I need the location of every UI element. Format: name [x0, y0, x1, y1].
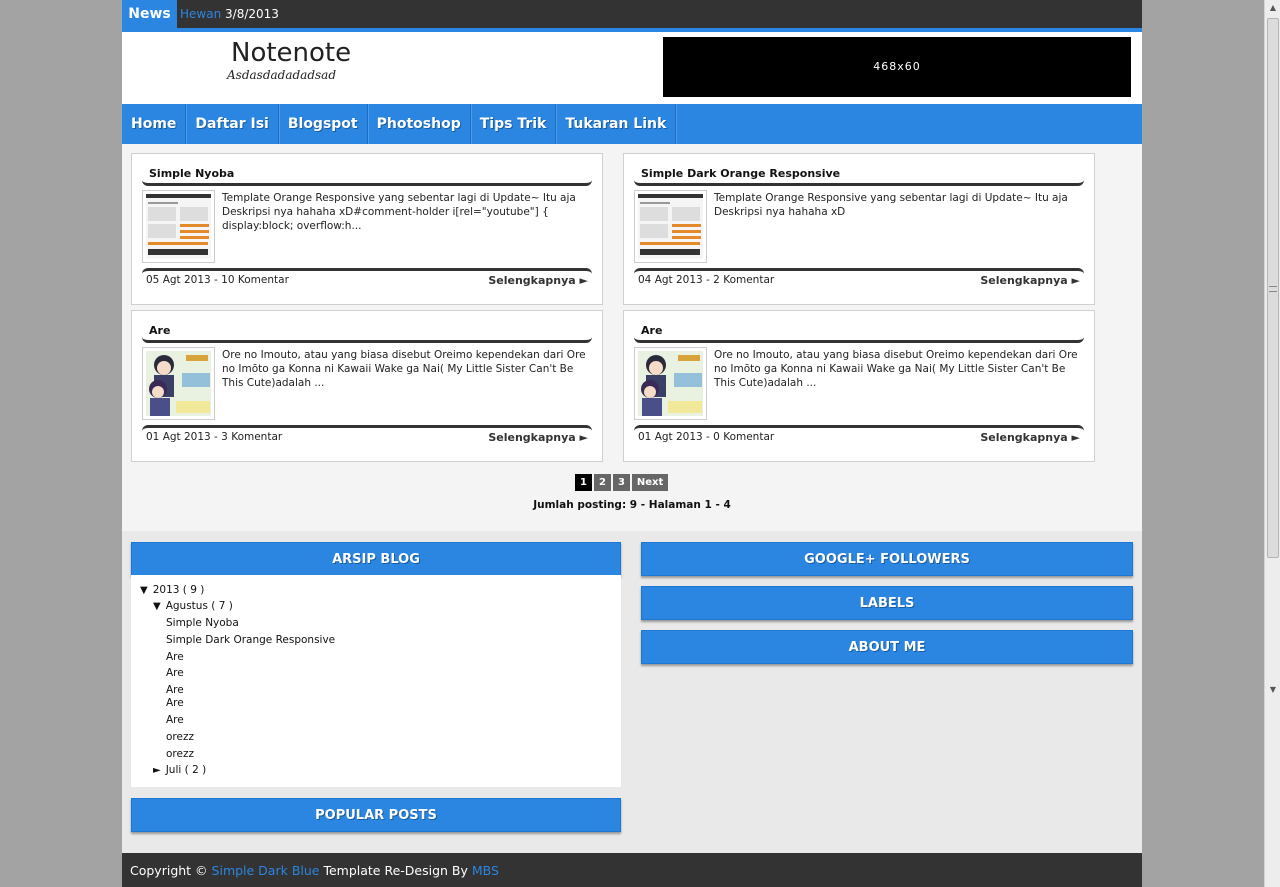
scroll-up-icon[interactable]: ▲ — [1265, 0, 1280, 16]
post-meta: 05 Agt 2013 - 10 Komentar — [146, 274, 289, 286]
sidebar-widgets: ARSIP BLOG ▼ 2013 ( 9 ) ▼ Agustus ( 7 ) Si… — [122, 531, 1142, 853]
post-excerpt: Ore no Imouto, atau yang biasa disebut O… — [714, 349, 1078, 389]
copyright-text: Copyright © — [130, 863, 212, 878]
read-more-link[interactable]: Selengkapnya ► — [980, 431, 1080, 444]
nav-item-daftar-isi[interactable]: Daftar Isi — [186, 104, 279, 144]
post-thumbnail[interactable] — [634, 347, 707, 420]
archive-post-link[interactable]: orezz — [166, 731, 194, 743]
archive-post-link[interactable]: Are — [166, 667, 184, 679]
pagination: 1 2 3 Next — [575, 474, 669, 491]
caret-down-icon[interactable]: ▼ — [140, 585, 148, 596]
archive-widget-title: ARSIP BLOG — [131, 542, 621, 576]
ticker-date: 3/8/2013 — [225, 7, 279, 21]
nav-item-blogspot[interactable]: Blogspot — [279, 104, 368, 144]
read-more-link[interactable]: Selengkapnya ► — [980, 274, 1080, 287]
post-card: Are Ore no Imouto, atau yang biasa diseb… — [623, 310, 1095, 462]
template-screenshot-icon — [638, 194, 703, 259]
page: News Hewan 3/8/2013 Notenote Asdasdadada… — [122, 0, 1142, 887]
post-meta: 01 Agt 2013 - 0 Komentar — [638, 431, 775, 443]
anime-image-icon — [146, 351, 211, 416]
post-thumbnail[interactable] — [142, 347, 215, 420]
archive-post-link[interactable]: Are — [166, 651, 184, 663]
post-card: Simple Dark Orange Responsive Template O… — [623, 153, 1095, 305]
post-meta: 01 Agt 2013 - 3 Komentar — [146, 431, 283, 443]
site-header: Notenote Asdasdadadadsad 468x60 — [122, 32, 1142, 104]
post-footer: 01 Agt 2013 - 3 Komentar Selengkapnya ► — [142, 425, 592, 447]
site-description: Asdasdadadadsad — [227, 68, 337, 82]
news-label: News — [122, 0, 177, 28]
post-excerpt: Template Orange Responsive yang sebentar… — [222, 192, 576, 232]
about-me-widget-title: ABOUT ME — [641, 630, 1133, 664]
post-card: Are Ore no Imouto, atau yang biasa diseb… — [131, 310, 603, 462]
archive-post-link[interactable]: orezz — [166, 748, 194, 760]
archive-month-agustus[interactable]: ▼ Agustus ( 7 ) — [153, 600, 233, 612]
post-excerpt: Ore no Imouto, atau yang biasa disebut O… — [222, 349, 586, 389]
post-card: Simple Nyoba Template Orange Responsive … — [131, 153, 603, 305]
ad-banner[interactable]: 468x60 — [663, 37, 1131, 97]
site-footer: Copyright © Simple Dark Blue Template Re… — [122, 853, 1142, 887]
main-nav: Home Daftar Isi Blogspot Photoshop Tips … — [122, 104, 1142, 144]
popular-posts-widget-title: POPULAR POSTS — [131, 798, 621, 832]
archive-post-link[interactable]: Are — [166, 684, 184, 696]
caret-right-icon[interactable]: ► — [153, 765, 161, 776]
post-excerpt: Template Orange Responsive yang sebentar… — [714, 192, 1068, 218]
post-footer: 04 Agt 2013 - 2 Komentar Selengkapnya ► — [634, 268, 1084, 290]
archive-year-2013[interactable]: ▼ 2013 ( 9 ) — [140, 584, 204, 596]
nav-item-tips-trik[interactable]: Tips Trik — [471, 104, 557, 144]
page-3-button[interactable]: 3 — [612, 474, 630, 491]
post-meta: 04 Agt 2013 - 2 Komentar — [638, 274, 775, 286]
site-title[interactable]: Notenote — [231, 38, 351, 68]
caret-down-icon[interactable]: ▼ — [153, 601, 161, 612]
nav-item-home[interactable]: Home — [122, 104, 187, 144]
anime-image-icon — [638, 351, 703, 416]
archive-post-link[interactable]: Are — [166, 714, 184, 726]
page-2-button[interactable]: 2 — [593, 474, 611, 491]
read-more-link[interactable]: Selengkapnya ► — [488, 431, 588, 444]
scroll-down-icon[interactable]: ▼ — [1265, 682, 1280, 698]
vertical-scrollbar[interactable]: ▲ ▼ — [1264, 0, 1280, 887]
labels-widget-title: LABELS — [641, 586, 1133, 620]
ticker-category-link[interactable]: Hewan — [180, 7, 221, 21]
archive-post-link[interactable]: Simple Nyoba — [166, 617, 239, 629]
post-title[interactable]: Are — [634, 323, 1084, 343]
archive-month-juli[interactable]: ► Juli ( 2 ) — [153, 764, 206, 776]
nav-item-tukaran-link[interactable]: Tukaran Link — [556, 104, 677, 144]
template-screenshot-icon — [146, 194, 211, 259]
next-page-button[interactable]: Next — [631, 474, 669, 491]
read-more-link[interactable]: Selengkapnya ► — [488, 274, 588, 287]
author-link[interactable]: MBS — [472, 863, 499, 878]
google-followers-widget-title: GOOGLE+ FOLLOWERS — [641, 542, 1133, 576]
archive-post-link[interactable]: Are — [166, 697, 184, 709]
post-title[interactable]: Simple Nyoba — [142, 166, 592, 186]
news-ticker: News Hewan 3/8/2013 — [122, 0, 1142, 32]
post-title[interactable]: Simple Dark Orange Responsive — [634, 166, 1084, 186]
archive-list: ▼ 2013 ( 9 ) ▼ Agustus ( 7 ) Simple Nyoba … — [131, 575, 621, 787]
archive-post-link[interactable]: Simple Dark Orange Responsive — [166, 634, 335, 646]
page-1-button[interactable]: 1 — [575, 474, 592, 491]
ticker-item[interactable]: Hewan 3/8/2013 — [180, 0, 279, 28]
footer-middle-text: Template Re-Design By — [319, 863, 472, 878]
post-title[interactable]: Are — [142, 323, 592, 343]
post-footer: 05 Agt 2013 - 10 Komentar Selengkapnya ► — [142, 268, 592, 290]
scrollbar-grip-icon — [1269, 286, 1277, 292]
posts-count: Jumlah posting: 9 - Halaman 1 - 4 — [533, 499, 731, 511]
post-thumbnail[interactable] — [142, 190, 215, 263]
post-thumbnail[interactable] — [634, 190, 707, 263]
post-footer: 01 Agt 2013 - 0 Komentar Selengkapnya ► — [634, 425, 1084, 447]
template-link[interactable]: Simple Dark Blue — [212, 863, 320, 878]
nav-item-photoshop[interactable]: Photoshop — [368, 104, 471, 144]
